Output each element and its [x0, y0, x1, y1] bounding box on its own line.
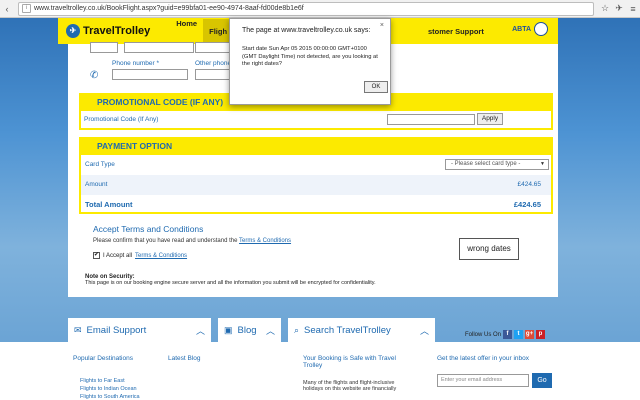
security-text: This page is on our booking engine secur…: [85, 280, 376, 286]
total-value: £424.65: [513, 200, 541, 209]
prev-field-2[interactable]: [124, 42, 194, 53]
amount-label: Amount: [85, 181, 108, 188]
blog-icon: ▣: [224, 324, 233, 335]
menu-icon[interactable]: ≡: [626, 4, 640, 14]
blog-title: Blog: [237, 324, 257, 336]
search-box[interactable]: ⌕ Search TravelTrolley ︿: [288, 318, 435, 342]
newsletter-go-button[interactable]: Go: [532, 373, 552, 388]
wrong-dates-annotation: wrong dates: [459, 238, 519, 260]
phone-label: Phone number *: [112, 60, 159, 67]
abta-badge: ABTA: [512, 22, 548, 36]
footer-link[interactable]: Flights to Indian Ocean: [80, 386, 137, 392]
ok-button[interactable]: OK: [364, 81, 388, 93]
site-logo[interactable]: ✈ TravelTrolley: [66, 24, 150, 38]
envelope-icon: ✉: [74, 324, 82, 335]
terms-link[interactable]: Terms & Conditions: [239, 238, 291, 244]
chevron-up-icon[interactable]: ︿: [420, 324, 429, 337]
apply-button[interactable]: Apply: [477, 113, 503, 125]
main-menu: Home Fligh: [170, 18, 234, 44]
pinterest-icon[interactable]: p: [536, 330, 546, 339]
newsletter-email-input[interactable]: Enter your email address: [437, 374, 529, 387]
safe-booking-text: Many of the flights and flight-inclusive…: [303, 380, 397, 392]
abta-label: ABTA: [512, 25, 531, 33]
payment-table: Card Type - Please select card type - ▼ …: [79, 155, 553, 214]
footer-link[interactable]: Flights to Far East: [80, 378, 125, 384]
trust-seal-icon: [534, 22, 548, 36]
promo-input[interactable]: [387, 114, 475, 125]
safe-booking-title: Your Booking is Safe with Travel Trolley: [303, 355, 396, 369]
twitter-icon[interactable]: t: [514, 330, 524, 339]
card-type-select[interactable]: - Please select card type - ▼: [445, 159, 549, 170]
accept-text: I Accept all: [103, 252, 133, 259]
chevron-down-icon: ▼: [540, 161, 545, 167]
email-support-title: Email Support: [86, 324, 147, 336]
follow-label: Follow Us On: [465, 331, 502, 338]
bookmark-star-icon[interactable]: ☆: [598, 3, 612, 14]
facebook-icon[interactable]: f: [503, 330, 513, 339]
dialog-message: Start date Sun Apr 05 2015 00:00:00 GMT+…: [242, 46, 378, 68]
url-text: www.traveltrolley.co.uk/BookFlight.aspx?…: [34, 5, 304, 12]
browser-toolbar: ‹ i www.traveltrolley.co.uk/BookFlight.a…: [0, 0, 640, 18]
menu-home[interactable]: Home: [170, 19, 203, 44]
chevron-up-icon[interactable]: ︿: [266, 324, 275, 337]
amount-value: £424.65: [517, 181, 542, 188]
email-support-box[interactable]: ✉ Email Support ︿: [68, 318, 211, 342]
address-bar[interactable]: i www.traveltrolley.co.uk/BookFlight.asp…: [18, 1, 594, 16]
extension-plane-icon[interactable]: ✈: [612, 3, 626, 14]
logo-text: TravelTrolley: [83, 25, 151, 37]
popular-destinations-title: Popular Destinations: [73, 355, 133, 362]
phone-input[interactable]: [112, 69, 188, 80]
promo-label: Promotional Code (If Any): [84, 116, 159, 123]
prev-field[interactable]: [90, 42, 118, 53]
page-info-icon[interactable]: i: [22, 4, 31, 13]
search-icon: ⌕: [294, 324, 300, 335]
phone-icon: ✆: [90, 70, 99, 81]
terms-confirm-text: Please confirm that you have read and un…: [93, 238, 238, 244]
google-plus-icon[interactable]: g+: [525, 330, 535, 339]
total-label: Total Amount: [85, 200, 133, 209]
dialog-title: The page at www.traveltrolley.co.uk says…: [242, 27, 371, 34]
card-type-label: Card Type: [85, 161, 115, 168]
promo-row: Promotional Code (If Any) Apply: [79, 110, 553, 130]
latest-blog-title: Latest Blog: [168, 355, 201, 362]
card-type-row: Card Type - Please select card type - ▼: [81, 155, 551, 175]
security-note: Note on Security: This page is on our bo…: [85, 274, 545, 286]
chevron-up-icon[interactable]: ︿: [196, 324, 205, 337]
search-title: Search TravelTrolley: [304, 324, 391, 336]
card-type-value: - Please select card type -: [451, 161, 521, 167]
footer-link[interactable]: Flights to South America: [80, 394, 140, 400]
alert-dialog: The page at www.traveltrolley.co.uk says…: [229, 18, 391, 105]
amount-row: Amount £424.65: [81, 175, 551, 195]
payment-section-header: PAYMENT OPTION: [79, 137, 553, 155]
close-icon[interactable]: ×: [380, 22, 384, 29]
follow-us: Follow Us On f t g+ p: [465, 330, 546, 339]
accept-checkbox[interactable]: ✔: [93, 252, 100, 259]
menu-customer-support[interactable]: stomer Support: [428, 27, 484, 36]
latest-offer-title: Get the latest offer in your inbox: [437, 355, 530, 362]
accept-terms-link[interactable]: Terms & Conditions: [135, 253, 187, 259]
blog-box[interactable]: ▣ Blog ︿: [218, 318, 281, 342]
back-icon[interactable]: ‹: [0, 4, 14, 14]
other-phone-label: Other phone: [195, 60, 232, 67]
plane-icon: ✈: [66, 24, 80, 38]
total-row: Total Amount £424.65: [81, 194, 551, 214]
terms-title: Accept Terms and Conditions: [93, 224, 204, 234]
